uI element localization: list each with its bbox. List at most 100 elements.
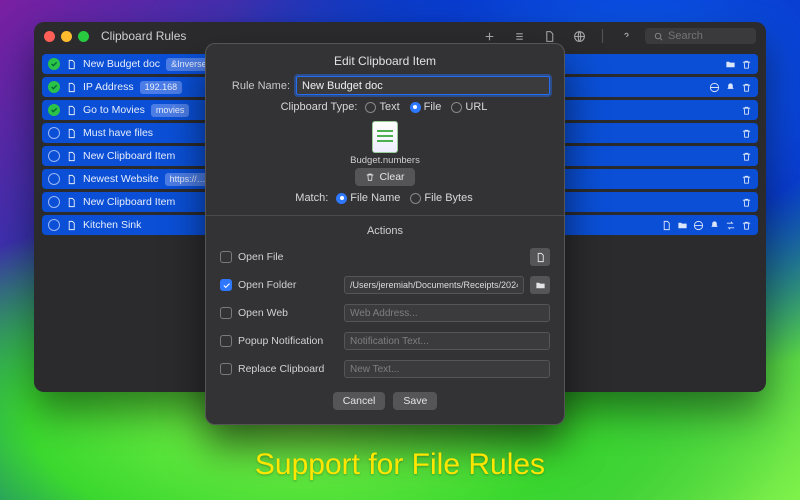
rule-name: New Clipboard Item	[83, 150, 175, 162]
status-disabled-icon[interactable]	[48, 219, 60, 231]
search-icon	[653, 31, 664, 42]
toolbar-search[interactable]	[645, 28, 756, 44]
rule-actions	[725, 59, 752, 70]
edit-clipboard-item-dialog: Edit Clipboard Item Rule Name: Clipboard…	[205, 43, 565, 425]
cancel-button[interactable]: Cancel	[333, 392, 386, 410]
document-icon	[66, 197, 77, 208]
trash-icon[interactable]	[741, 59, 752, 70]
dialog-footer: Cancel Save	[220, 392, 550, 410]
status-enabled-icon[interactable]	[48, 104, 60, 116]
folder-icon	[725, 59, 736, 70]
trash-icon[interactable]	[741, 105, 752, 116]
globe-icon	[709, 82, 720, 93]
toolbar-globe-icon[interactable]	[568, 26, 590, 46]
rule-name: Newest Website	[83, 173, 159, 185]
open-folder-label: Open Folder	[238, 279, 338, 291]
search-input[interactable]	[668, 30, 748, 42]
folder-icon	[677, 220, 688, 231]
rule-name: New Clipboard Item	[83, 196, 175, 208]
match-filename-radio[interactable]: File Name	[336, 192, 400, 204]
divider	[206, 215, 564, 216]
open-file-browse-button[interactable]	[530, 248, 550, 266]
actions-header: Actions	[220, 225, 550, 237]
file-icon	[661, 220, 672, 231]
replace-checkbox[interactable]	[220, 363, 232, 375]
popup-input[interactable]	[344, 332, 550, 350]
document-icon	[66, 128, 77, 139]
rule-name: Kitchen Sink	[83, 219, 141, 231]
status-disabled-icon[interactable]	[48, 150, 60, 162]
trash-icon[interactable]	[741, 220, 752, 231]
action-open-web-row: Open Web	[220, 302, 550, 324]
file-preview-name: Budget.numbers	[350, 155, 420, 166]
match-label: Match:	[295, 192, 328, 204]
replace-input[interactable]	[344, 360, 550, 378]
action-open-file-row: Open File	[220, 246, 550, 268]
type-file-radio[interactable]: File	[410, 101, 442, 113]
status-disabled-icon[interactable]	[48, 173, 60, 185]
trash-icon[interactable]	[741, 174, 752, 185]
trash-icon[interactable]	[741, 128, 752, 139]
replace-label: Replace Clipboard	[238, 363, 338, 375]
status-disabled-icon[interactable]	[48, 127, 60, 139]
open-web-label: Open Web	[238, 307, 338, 319]
clear-file-button[interactable]: Clear	[355, 168, 414, 186]
open-file-label: Open File	[238, 251, 338, 263]
rule-tag: 192.168	[140, 81, 183, 94]
rule-name: Go to Movies	[83, 104, 145, 116]
rule-name-label: Rule Name:	[220, 80, 290, 92]
open-web-checkbox[interactable]	[220, 307, 232, 319]
globe-icon	[693, 220, 704, 231]
save-button[interactable]: Save	[393, 392, 437, 410]
numbers-file-icon	[372, 121, 398, 153]
rule-name-input[interactable]	[296, 76, 550, 95]
trash-icon[interactable]	[741, 151, 752, 162]
open-web-input[interactable]	[344, 304, 550, 322]
action-popup-row: Popup Notification	[220, 330, 550, 352]
document-icon	[66, 105, 77, 116]
bell-icon	[725, 82, 736, 93]
popup-label: Popup Notification	[238, 335, 338, 347]
clipboard-type-label: Clipboard Type:	[281, 101, 358, 113]
dialog-title: Edit Clipboard Item	[220, 54, 550, 68]
status-enabled-icon[interactable]	[48, 81, 60, 93]
traffic-lights	[44, 31, 89, 42]
trash-icon[interactable]	[741, 197, 752, 208]
trash-icon	[365, 172, 375, 182]
rule-tag: https://…	[165, 173, 211, 186]
open-folder-path-input[interactable]	[344, 276, 524, 294]
close-window-button[interactable]	[44, 31, 55, 42]
document-icon	[66, 59, 77, 70]
document-icon	[66, 220, 77, 231]
action-open-folder-row: Open Folder	[220, 274, 550, 296]
document-icon	[66, 174, 77, 185]
rule-name: IP Address	[83, 81, 134, 93]
status-enabled-icon[interactable]	[48, 58, 60, 70]
clipboard-type-row: Clipboard Type: Text File URL	[220, 101, 550, 113]
action-replace-row: Replace Clipboard	[220, 358, 550, 380]
status-disabled-icon[interactable]	[48, 196, 60, 208]
match-row: Match: File Name File Bytes	[220, 192, 550, 204]
replace-icon	[725, 220, 736, 231]
document-icon	[66, 151, 77, 162]
rule-tag: movies	[151, 104, 190, 117]
file-preview: Budget.numbers Clear	[220, 121, 550, 186]
marketing-caption: Support for File Rules	[0, 448, 800, 482]
document-icon	[66, 82, 77, 93]
open-folder-checkbox[interactable]	[220, 279, 232, 291]
popup-checkbox[interactable]	[220, 335, 232, 347]
toolbar-help-button[interactable]	[615, 26, 637, 46]
bell-icon	[709, 220, 720, 231]
toolbar-divider	[602, 29, 603, 43]
open-folder-browse-button[interactable]	[530, 276, 550, 294]
open-file-checkbox[interactable]	[220, 251, 232, 263]
window-title: Clipboard Rules	[101, 29, 186, 43]
trash-icon[interactable]	[741, 82, 752, 93]
type-url-radio[interactable]: URL	[451, 101, 487, 113]
type-text-radio[interactable]: Text	[365, 101, 399, 113]
rule-name: Must have files	[83, 127, 153, 139]
rule-name: New Budget doc	[83, 58, 160, 70]
minimize-window-button[interactable]	[61, 31, 72, 42]
match-filebytes-radio[interactable]: File Bytes	[410, 192, 472, 204]
zoom-window-button[interactable]	[78, 31, 89, 42]
